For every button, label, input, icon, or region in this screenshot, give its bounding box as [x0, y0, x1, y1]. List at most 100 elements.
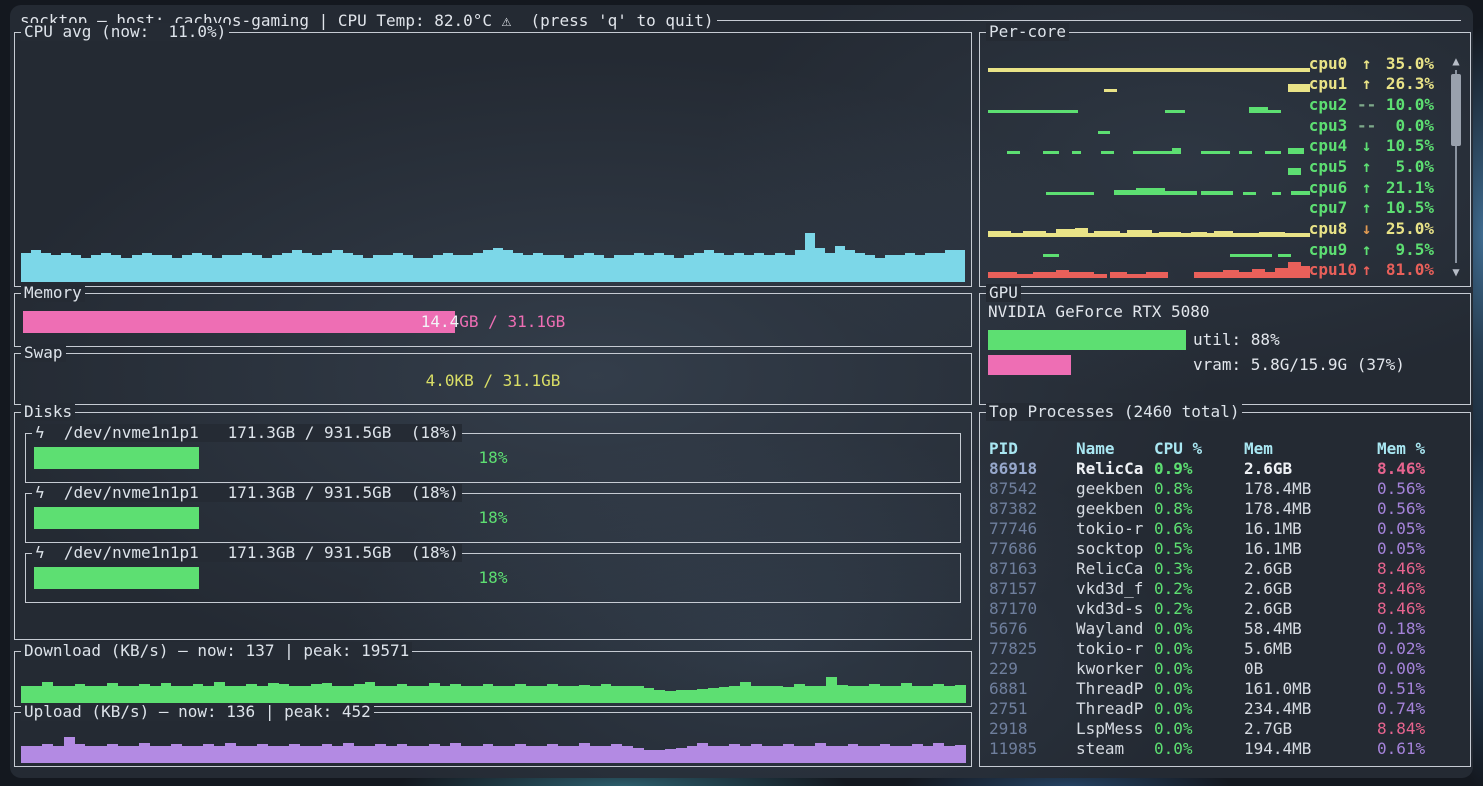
process-cell: 0.2% — [1154, 579, 1244, 599]
chart-bar — [139, 684, 150, 703]
sparkline-segment — [1214, 231, 1233, 237]
process-cell: 178.4MB — [1244, 479, 1377, 499]
chart-bar — [407, 746, 418, 763]
process-row[interactable]: 11985steam0.0%194.4MB0.61% — [989, 739, 1462, 759]
process-cell: 77746 — [989, 519, 1076, 539]
per-core-title: Per-core — [986, 23, 1069, 41]
process-cell: 2.7GB — [1244, 719, 1377, 739]
core-trend-icon: ↑ — [1357, 260, 1376, 279]
process-row[interactable]: 2918LspMess0.0%2.7GB8.84% — [989, 719, 1462, 739]
sparkline-segment — [1023, 231, 1046, 237]
chart-bar — [85, 686, 96, 703]
process-row[interactable]: 5676Wayland0.0%58.4MB0.18% — [989, 619, 1462, 639]
process-row[interactable]: 6881ThreadP0.0%161.0MB0.51% — [989, 679, 1462, 699]
process-cell: 8.46% — [1377, 459, 1462, 479]
chart-bar — [386, 746, 397, 763]
process-row[interactable]: 87170vkd3d-s0.2%2.6GB8.46% — [989, 599, 1462, 619]
core-trend-icon: ↑ — [1357, 198, 1376, 217]
processes-panel: Top Processes (2460 total) PIDNameCPU %M… — [979, 412, 1471, 767]
chart-bar — [433, 255, 443, 282]
chart-bar — [81, 258, 91, 282]
chart-bar — [322, 683, 333, 703]
chart-bar — [418, 746, 429, 763]
chart-bar — [312, 255, 322, 282]
process-row[interactable]: 229kworker0.0%0B0.00% — [989, 659, 1462, 679]
chart-bar — [71, 255, 81, 282]
chart-bar — [724, 255, 734, 282]
chart-bar — [935, 253, 945, 282]
chart-bar — [354, 746, 365, 763]
scrollbar-thumb[interactable] — [1451, 74, 1461, 146]
core-name: cpu3 — [1309, 116, 1357, 135]
core-sparkline — [988, 156, 1310, 177]
process-row[interactable]: 77825tokio-r0.0%5.6MB0.02% — [989, 639, 1462, 659]
chart-bar — [933, 743, 944, 763]
chart-bar — [895, 255, 905, 282]
core-percent: 21.1% — [1376, 178, 1434, 197]
process-row[interactable]: 86918RelicCa0.9%2.6GB8.46% — [989, 459, 1462, 479]
gpu-util-gauge — [988, 330, 1213, 350]
process-cell: tokio-r — [1076, 639, 1154, 659]
scroll-up-icon[interactable]: ▲ — [1452, 55, 1459, 67]
chart-bar — [32, 746, 43, 763]
chart-bar — [558, 686, 569, 703]
process-row[interactable]: 77746tokio-r0.6%16.1MB0.05% — [989, 519, 1462, 539]
process-cell: 0.0% — [1154, 739, 1244, 759]
chart-bar — [764, 255, 774, 282]
chart-bar — [128, 746, 139, 763]
core-name: cpu2 — [1309, 95, 1357, 114]
sparkline-segment — [1072, 151, 1082, 154]
gpu-vram-fill — [988, 355, 1071, 375]
chart-bar — [783, 744, 794, 763]
process-cell: 161.0MB — [1244, 679, 1377, 699]
chart-bar — [568, 686, 579, 703]
chart-bar — [107, 683, 118, 703]
process-row[interactable]: 87157vkd3d_f0.2%2.6GB8.46% — [989, 579, 1462, 599]
chart-bar — [865, 255, 875, 282]
chart-bar — [214, 682, 225, 703]
percore-scrollbar[interactable]: ▲ ▼ — [1449, 55, 1463, 278]
chart-bar — [192, 253, 202, 282]
sparkline-segment — [1239, 151, 1252, 154]
chart-bar — [837, 685, 848, 703]
process-row[interactable]: 87542geekben0.8%178.4MB0.56% — [989, 479, 1462, 499]
chart-bar — [740, 746, 751, 763]
disk-subpanel-2: ϟ /dev/nvme1n1p1 171.3GB / 931.5GB (18%)… — [25, 553, 961, 603]
sparkline-segment — [1098, 131, 1111, 134]
chart-bar — [493, 248, 503, 282]
chart-bar — [815, 248, 825, 282]
chart-bar — [383, 255, 393, 282]
sparkline-segment — [1265, 151, 1281, 154]
scrollbar-track[interactable] — [1455, 70, 1457, 263]
core-percent: 10.5% — [1376, 198, 1434, 217]
core-row-cpu5: cpu5↑5.0% — [988, 156, 1462, 177]
disks-panel: Disks ϟ /dev/nvme1n1p1 171.3GB / 931.5GB… — [14, 412, 972, 640]
chart-bar — [202, 255, 212, 282]
process-row[interactable]: 87382geekben0.8%178.4MB0.56% — [989, 499, 1462, 519]
column-header: Mem % — [1377, 439, 1462, 459]
chart-bar — [654, 253, 664, 282]
chart-bar — [751, 686, 762, 703]
process-row[interactable]: 2751ThreadP0.0%234.4MB0.74% — [989, 699, 1462, 719]
swap-gauge: 4.0KB / 31.1GB — [23, 370, 963, 392]
process-cell: 87382 — [989, 499, 1076, 519]
core-percent: 5.0% — [1376, 157, 1434, 176]
chart-bar — [912, 686, 923, 703]
chart-bar — [835, 246, 845, 282]
chart-bar — [574, 255, 584, 282]
process-cell: 0.8% — [1154, 479, 1244, 499]
chart-bar — [526, 686, 537, 703]
sparkline-segment — [1127, 230, 1153, 237]
process-row[interactable]: 77686socktop0.5%16.1MB0.05% — [989, 539, 1462, 559]
chart-bar — [262, 258, 272, 282]
chart-bar — [890, 746, 901, 763]
core-label: cpu8↓25.0% — [1309, 218, 1434, 239]
sparkline-segment — [1007, 151, 1020, 154]
scroll-down-icon[interactable]: ▼ — [1452, 266, 1459, 278]
sparkline-segment — [1069, 272, 1095, 278]
chart-bar — [526, 746, 537, 763]
memory-title: Memory — [21, 284, 85, 302]
chart-bar — [365, 746, 376, 763]
process-row[interactable]: 87163RelicCa0.3%2.6GB8.46% — [989, 559, 1462, 579]
process-cell: 0.6% — [1154, 519, 1244, 539]
